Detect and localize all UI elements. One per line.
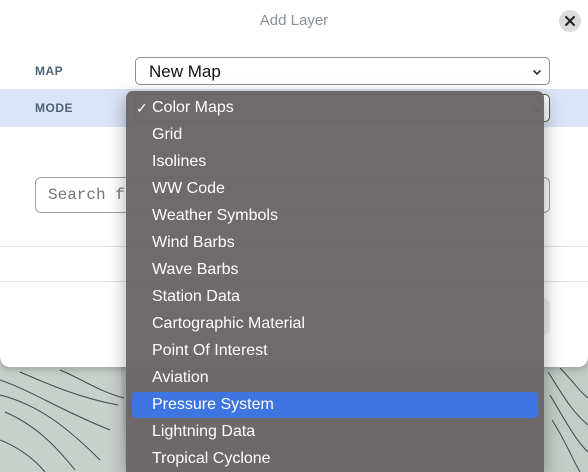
dropdown-option-label: Wave Barbs xyxy=(152,261,239,278)
dropdown-option[interactable]: Weather Symbols xyxy=(132,203,538,229)
chevron-down-icon xyxy=(532,69,542,76)
dropdown-option[interactable]: Tropical Cyclone xyxy=(132,446,538,472)
dropdown-option-label: Tropical Cyclone xyxy=(152,450,271,467)
dropdown-option[interactable]: Lightning Data xyxy=(132,419,538,445)
dropdown-option-label: Point Of Interest xyxy=(152,342,268,359)
dropdown-option-label: Grid xyxy=(152,126,183,143)
dropdown-option-label: Color Maps xyxy=(152,99,234,116)
dropdown-option[interactable]: Wave Barbs xyxy=(132,257,538,283)
close-icon xyxy=(565,16,575,26)
map-select[interactable]: New Map xyxy=(135,57,550,85)
dropdown-option-label: Cartographic Material xyxy=(152,315,305,332)
dropdown-option[interactable]: Station Data xyxy=(132,284,538,310)
checkmark-icon: ✓ xyxy=(136,100,148,116)
dropdown-option[interactable]: Isolines xyxy=(132,149,538,175)
mode-dropdown-list: ✓ Color Maps Grid Isolines WW Code Weather Sy… xyxy=(126,91,544,472)
mode-label: MODE xyxy=(35,101,73,115)
dialog-title: Add Layer xyxy=(259,12,329,29)
dropdown-option-label: Station Data xyxy=(152,288,241,305)
dropdown-option[interactable]: Wind Barbs xyxy=(132,230,538,256)
dropdown-option-label: WW Code xyxy=(152,180,225,197)
dropdown-option[interactable]: Aviation xyxy=(132,365,538,391)
dropdown-option-label: Wind Barbs xyxy=(152,234,235,251)
dropdown-option[interactable]: ✓ Color Maps xyxy=(132,95,538,121)
dropdown-option[interactable]: Pressure System xyxy=(132,392,538,418)
close-button[interactable] xyxy=(559,10,581,32)
dropdown-option[interactable]: WW Code xyxy=(132,176,538,202)
dropdown-option-label: Lightning Data xyxy=(152,423,256,440)
map-label: MAP xyxy=(35,64,64,78)
dropdown-option[interactable]: Cartographic Material xyxy=(132,311,538,337)
dropdown-option-label: Aviation xyxy=(152,369,209,386)
map-select-value: New Map xyxy=(149,62,221,81)
dropdown-option[interactable]: Grid xyxy=(132,122,538,148)
dropdown-option[interactable]: Point Of Interest xyxy=(132,338,538,364)
map-row: MAP New Map xyxy=(0,52,588,90)
dropdown-option-label: Pressure System xyxy=(152,396,274,413)
dropdown-option-label: Isolines xyxy=(152,153,207,170)
dropdown-option-label: Weather Symbols xyxy=(152,207,278,224)
